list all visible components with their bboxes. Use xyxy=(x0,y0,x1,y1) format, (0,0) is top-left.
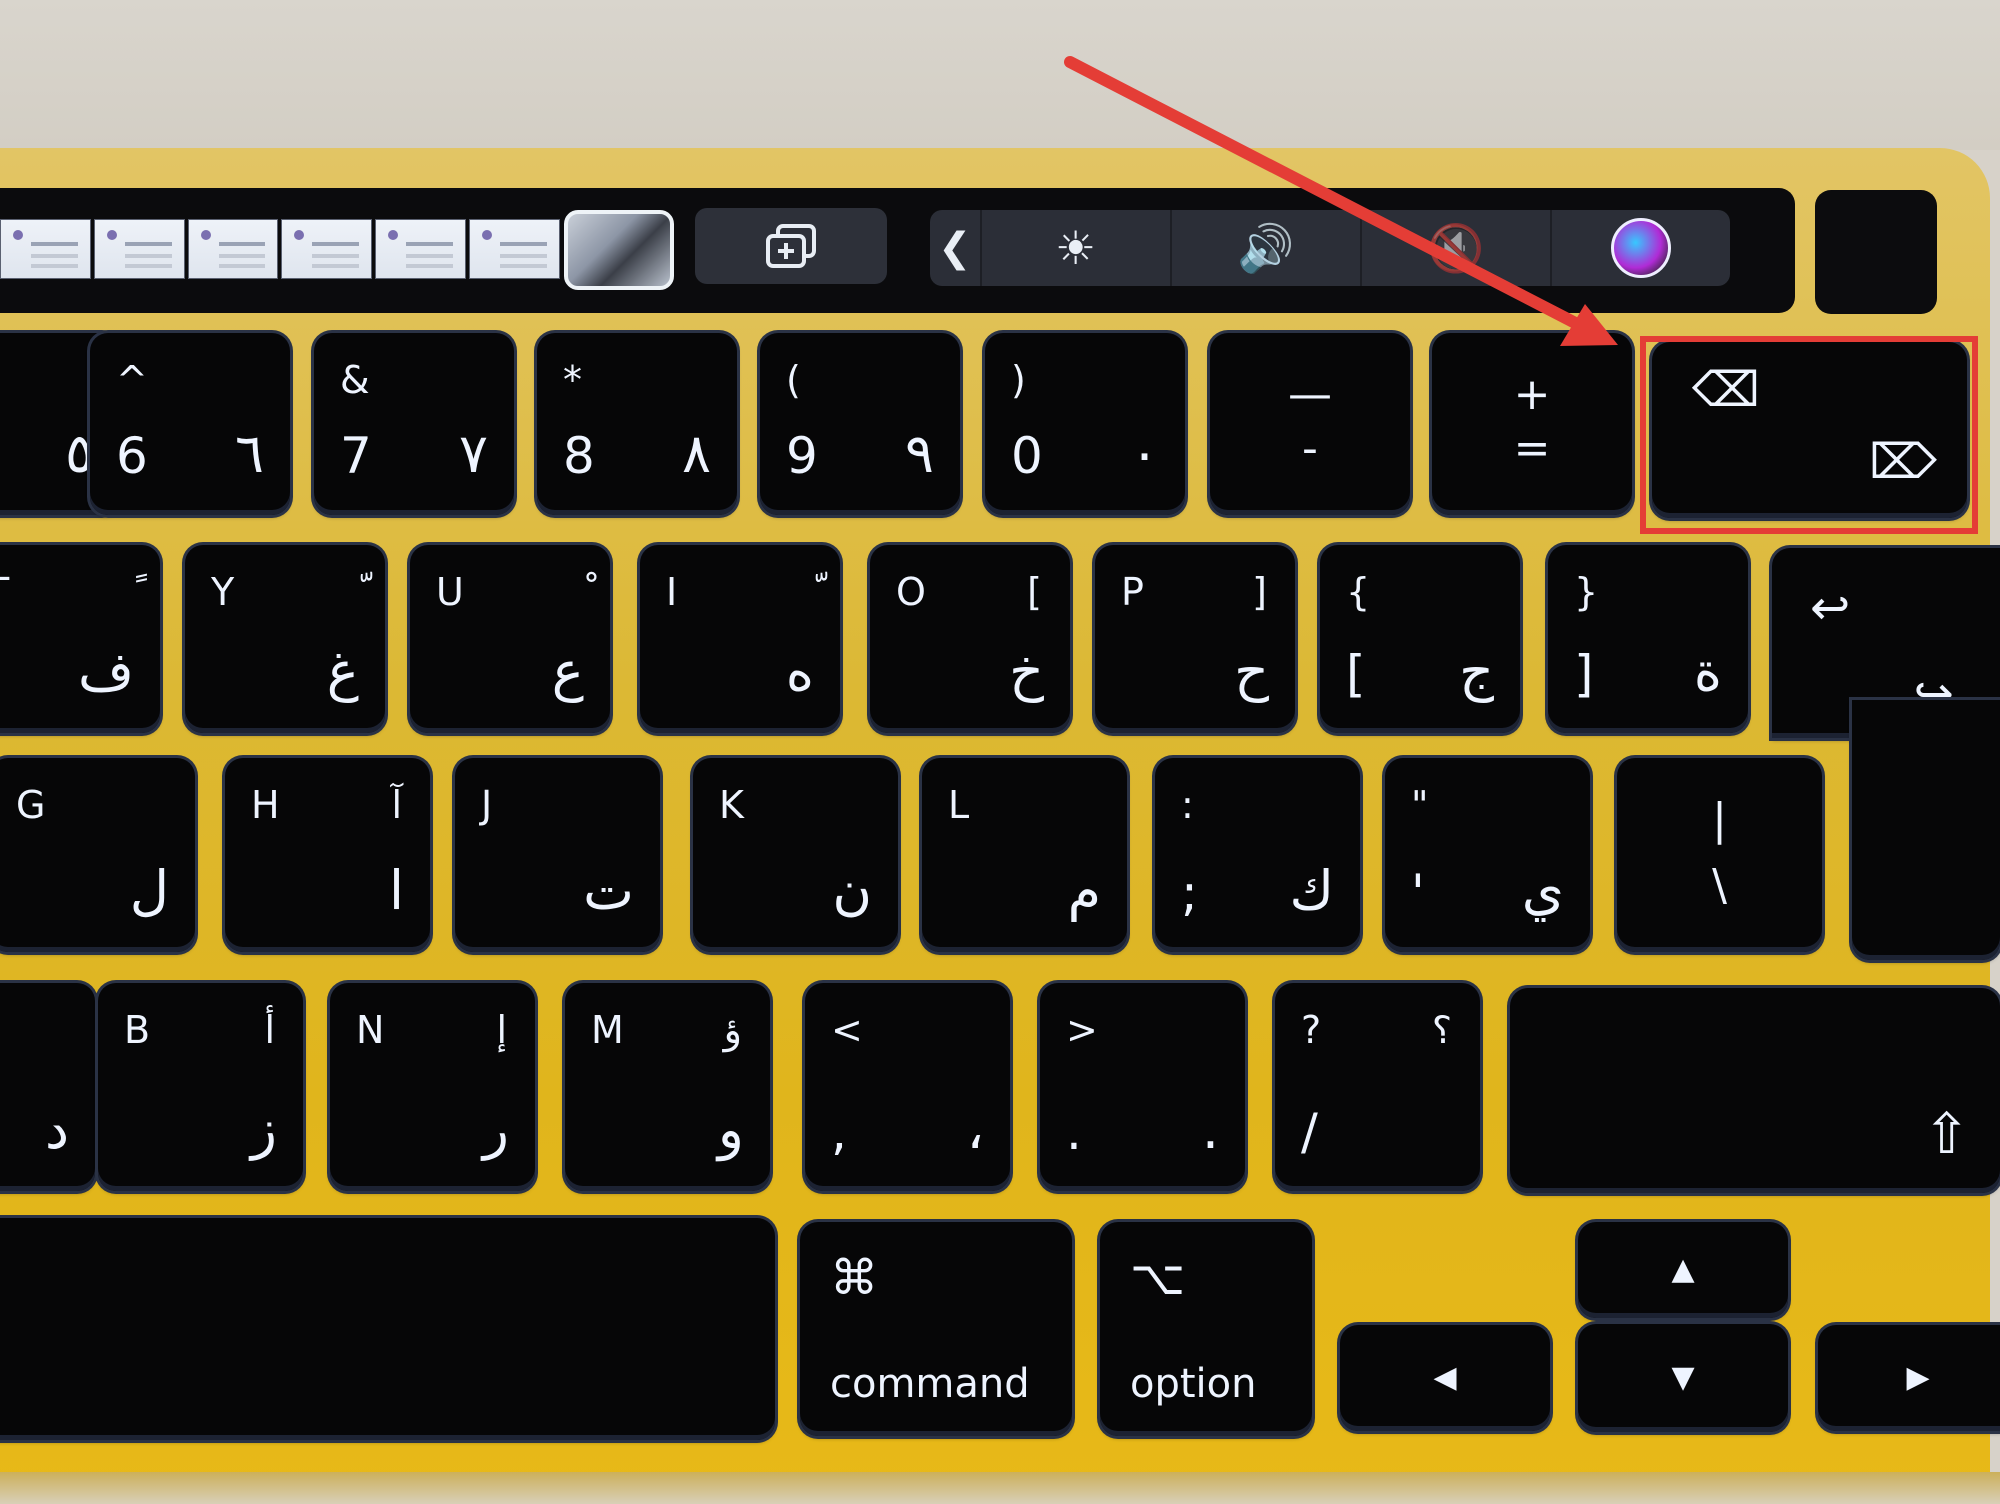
arrow-shaft xyxy=(1064,56,1591,334)
annotation-arrow xyxy=(1064,56,1618,346)
